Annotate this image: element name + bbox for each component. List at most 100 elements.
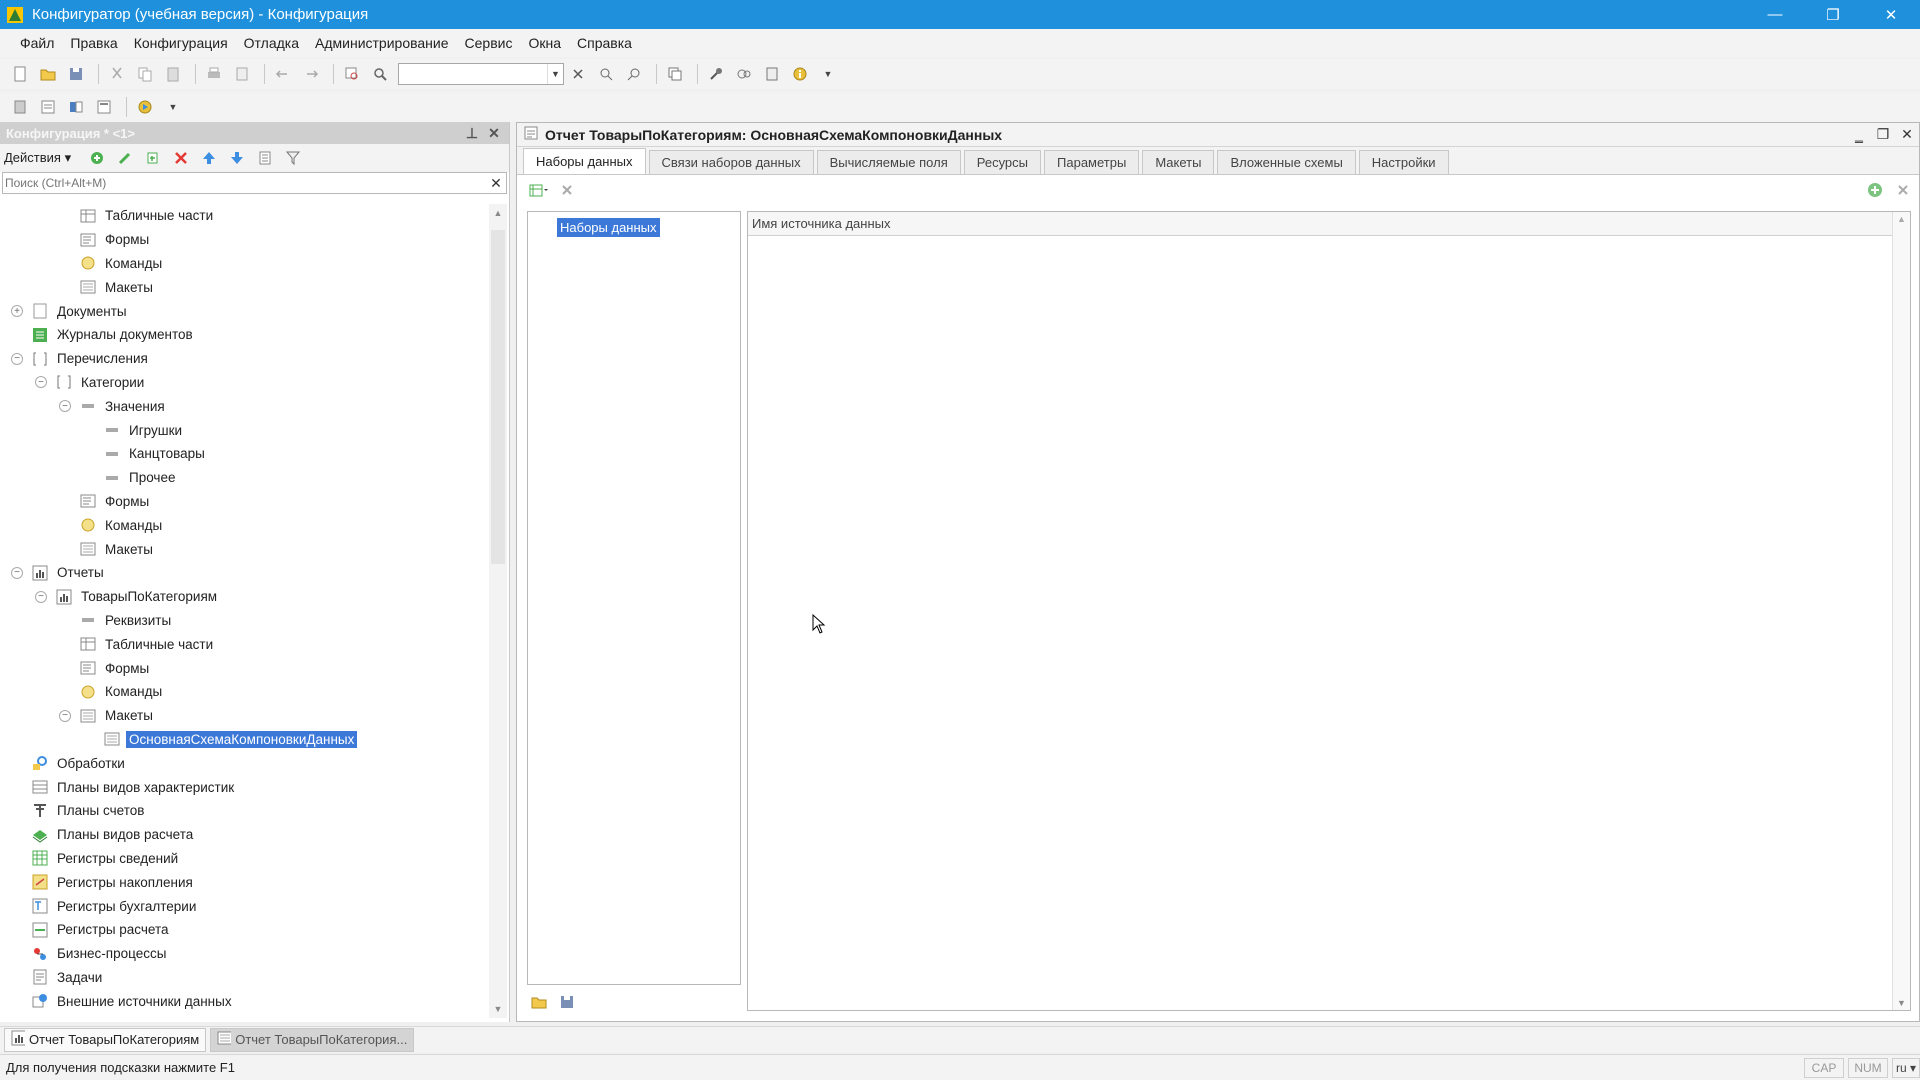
collapse-icon[interactable]: − — [35, 590, 47, 603]
minimize-button[interactable]: — — [1746, 0, 1804, 29]
open-query-icon[interactable] — [527, 990, 551, 1014]
menu-configuration[interactable]: Конфигурация — [134, 35, 228, 51]
find-prev-icon[interactable] — [622, 62, 646, 86]
tree-item[interactable]: Табличные части — [0, 204, 488, 228]
search-clear-icon[interactable]: ✕ — [486, 175, 506, 192]
collapse-icon[interactable]: − — [11, 352, 23, 365]
tree-item[interactable]: − ТоварыПоКатегориям — [0, 585, 488, 609]
menu-help[interactable]: Справка — [577, 35, 632, 51]
open-window-tab[interactable]: Отчет ТоварыПоКатегориям — [4, 1027, 207, 1052]
tree-item[interactable]: − Значения — [0, 394, 488, 418]
collapse-icon[interactable]: − — [59, 709, 71, 722]
actions-menu-button[interactable]: Действия ▾ — [4, 150, 71, 166]
collapse-icon[interactable]: − — [11, 566, 23, 579]
copy-icon[interactable] — [133, 62, 157, 86]
tree-item[interactable]: Журналы документов — [0, 323, 488, 347]
tree-item[interactable]: Формы — [0, 490, 488, 514]
column-header-source-name[interactable]: Имя источника данных — [748, 212, 1910, 236]
collapse-icon[interactable]: − — [35, 376, 47, 389]
datasets-root-node[interactable]: Наборы данных — [557, 218, 660, 237]
tab-resources[interactable]: Ресурсы — [963, 150, 1042, 174]
find-next-icon[interactable] — [594, 62, 618, 86]
chevron-down-icon[interactable]: ▼ — [816, 62, 840, 86]
tab-parameters[interactable]: Параметры — [1044, 150, 1140, 174]
tree-item[interactable]: Задачи — [0, 966, 488, 990]
document-restore-button[interactable]: ❐ — [1871, 126, 1895, 143]
chevron-down-icon[interactable]: ▼ — [161, 95, 185, 119]
tree-item[interactable]: Команды — [0, 252, 488, 276]
delete-icon[interactable] — [169, 146, 193, 170]
menu-windows[interactable]: Окна — [528, 35, 561, 51]
tree-item[interactable]: − Категории — [0, 371, 488, 395]
save-query-icon[interactable] — [555, 990, 579, 1014]
move-down-icon[interactable] — [225, 146, 249, 170]
tree-item[interactable]: − Макеты — [0, 704, 488, 728]
move-up-icon[interactable] — [197, 146, 221, 170]
sort-icon[interactable] — [253, 146, 277, 170]
tree-item[interactable]: + Документы — [0, 299, 488, 323]
tree-item[interactable]: Регистры расчета — [0, 918, 488, 942]
close-button[interactable]: ✕ — [1862, 0, 1920, 29]
redo-icon[interactable] — [299, 62, 323, 86]
info-icon[interactable] — [788, 62, 812, 86]
tree-item[interactable]: ОсновнаяСхемаКомпоновкиДанных — [0, 728, 488, 752]
tree-item[interactable]: Планы видов характеристик — [0, 775, 488, 799]
tree-item[interactable]: Канцтовары — [0, 442, 488, 466]
menu-file[interactable]: Файл — [20, 35, 54, 51]
scroll-up-icon[interactable]: ▲ — [1897, 214, 1906, 224]
tree-item[interactable]: Формы — [0, 656, 488, 680]
open-window-tab[interactable]: Отчет ТоварыПоКатегория... — [210, 1027, 415, 1052]
tree-item[interactable]: Планы счетов — [0, 799, 488, 823]
clear-search-icon[interactable] — [566, 62, 590, 86]
save-icon[interactable] — [64, 62, 88, 86]
copy-item-icon[interactable] — [141, 146, 165, 170]
tree-item[interactable]: Регистры сведений — [0, 847, 488, 871]
menu-administration[interactable]: Администрирование — [315, 35, 449, 51]
tab-nested-schemas[interactable]: Вложенные схемы — [1217, 150, 1356, 174]
print-icon[interactable] — [202, 62, 226, 86]
tab-templates[interactable]: Макеты — [1142, 150, 1215, 174]
add-field-icon[interactable] — [1863, 178, 1887, 202]
language-indicator[interactable]: ru ▾ — [1892, 1057, 1920, 1078]
find-in-tree-icon[interactable] — [340, 62, 364, 86]
document-close-button[interactable]: ✕ — [1895, 126, 1919, 143]
scroll-thumb[interactable] — [491, 230, 505, 564]
tab-dataset-links[interactable]: Связи наборов данных — [648, 150, 814, 174]
chevron-down-icon[interactable]: ▼ — [547, 64, 563, 84]
new-file-icon[interactable] — [8, 62, 32, 86]
filter-icon[interactable] — [281, 146, 305, 170]
run-icon[interactable] — [133, 95, 157, 119]
collapse-icon[interactable]: − — [59, 400, 71, 413]
calculator-icon[interactable] — [760, 62, 784, 86]
search-combo[interactable]: ▼ — [398, 63, 564, 85]
scroll-down-icon[interactable]: ▼ — [1897, 998, 1906, 1008]
tree-item[interactable]: − Перечисления — [0, 347, 488, 371]
menu-service[interactable]: Сервис — [465, 35, 513, 51]
paste-icon[interactable] — [161, 62, 185, 86]
tree-item[interactable]: Табличные части — [0, 632, 488, 656]
compare-icon[interactable] — [64, 95, 88, 119]
edit-icon[interactable] — [113, 146, 137, 170]
menu-debug[interactable]: Отладка — [244, 35, 299, 51]
tree-item[interactable]: Регистры накопления — [0, 870, 488, 894]
open-folder-icon[interactable] — [36, 62, 60, 86]
delete-field-icon[interactable] — [1891, 178, 1915, 202]
tree-item[interactable]: Команды — [0, 513, 488, 537]
scroll-down-icon[interactable]: ▼ — [489, 1000, 507, 1018]
tree-item[interactable]: Прочее — [0, 466, 488, 490]
tree-item[interactable]: Формы — [0, 228, 488, 252]
windows-icon[interactable] — [663, 62, 687, 86]
panel-icon[interactable] — [92, 95, 116, 119]
tree-scrollbar[interactable]: ▲ ▼ — [489, 204, 507, 1018]
cut-icon[interactable] — [105, 62, 129, 86]
config-window-icon[interactable] — [36, 95, 60, 119]
tree-item[interactable]: Бизнес-процессы — [0, 942, 488, 966]
pin-icon[interactable]: ⊥ — [463, 124, 481, 142]
tree-item[interactable]: Команды — [0, 680, 488, 704]
config-tree-icon[interactable] — [8, 95, 32, 119]
syntax-assistant-icon[interactable] — [732, 62, 756, 86]
document-minimize-button[interactable]: ‗ — [1847, 127, 1871, 143]
search-input[interactable] — [3, 173, 486, 193]
tree-item[interactable]: Макеты — [0, 275, 488, 299]
tree-item[interactable]: Планы видов расчета — [0, 823, 488, 847]
